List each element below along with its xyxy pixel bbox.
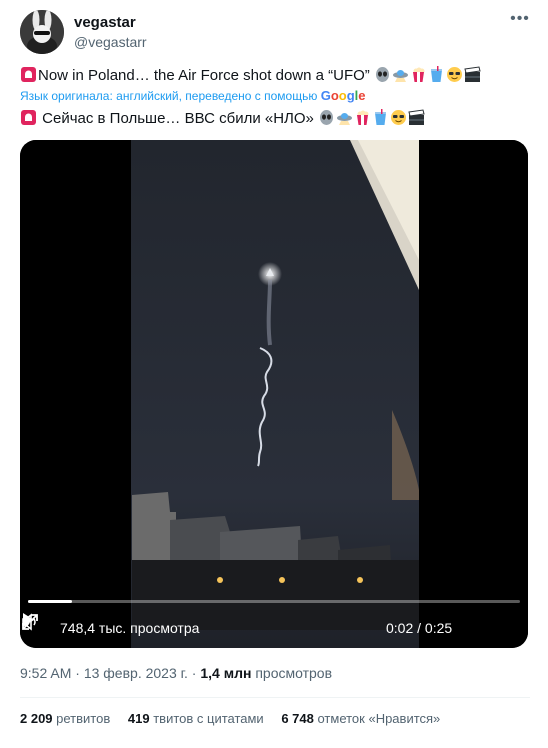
more-options-icon[interactable]: •••: [510, 11, 530, 32]
tweet-meta: 9:52 AM · 13 февр. 2023 г. · 1,4 млн про…: [20, 665, 332, 681]
siren-icon: [20, 66, 37, 83]
alien-icon: [318, 109, 335, 126]
video-progress-fill: [28, 600, 73, 603]
video-view-count: 748,4 тыс. просмотра: [60, 620, 200, 636]
video-controls: 748,4 тыс. просмотра 0:02 / 0:25: [20, 612, 528, 644]
retweets-count: 2 209: [20, 711, 53, 726]
likes-label: отметок «Нравится»: [313, 711, 441, 726]
video-frame: [20, 140, 528, 648]
video-time: 0:02 / 0:25: [386, 620, 453, 636]
divider: [20, 697, 530, 698]
cup-icon: [428, 66, 445, 83]
author-name[interactable]: vegastar: [74, 14, 136, 31]
flying-saucer-icon: [336, 109, 353, 126]
alien-icon: [374, 66, 391, 83]
tweet-text-original: Now in Poland… the Air Force shot down a…: [20, 66, 482, 84]
likes-count: 6 748: [281, 711, 314, 726]
quotes-count: 419: [127, 711, 150, 726]
avatar[interactable]: [20, 10, 64, 54]
tweet-views-count: 1,4 млн: [200, 665, 252, 681]
retweets-stat[interactable]: 2 209 ретвитов: [20, 711, 110, 726]
fullscreen-icon[interactable]: [20, 612, 40, 632]
video-player[interactable]: 748,4 тыс. просмотра 0:02 / 0:25: [20, 140, 528, 648]
clapper-icon: [408, 109, 425, 126]
meta-separator: ·: [187, 665, 201, 681]
video-progress-bar[interactable]: [28, 600, 520, 603]
tweet-text-translated: Сейчас в Польше… ВВС сбили «НЛО»: [20, 109, 426, 127]
sunglasses-icon: [446, 66, 463, 83]
sunglasses-icon: [390, 109, 407, 126]
tweet-date[interactable]: 13 февр. 2023 г.: [84, 665, 188, 681]
meta-separator: ·: [71, 665, 84, 681]
tweet-text-en: Now in Poland… the Air Force shot down a…: [38, 67, 370, 84]
siren-icon: [20, 109, 37, 126]
likes-stat[interactable]: 6 748 отметок «Нравится»: [281, 711, 440, 726]
quotes-stat[interactable]: 419 твитов с цитатами: [128, 711, 264, 726]
tweet-views-label: просмотров: [251, 665, 333, 681]
retweets-label: ретвитов: [52, 711, 111, 726]
tweet-header: vegastar @vegastarr •••: [20, 10, 530, 58]
tweet-stats: 2 209 ретвитов 419 твитов с цитатами 6 7…: [20, 711, 454, 726]
translation-note-text: Язык оригинала: английский, переведено с…: [20, 89, 318, 103]
clapper-icon: [464, 66, 481, 83]
flying-saucer-icon: [392, 66, 409, 83]
tweet-time[interactable]: 9:52 AM: [20, 665, 71, 681]
quotes-label: твитов с цитатами: [149, 711, 264, 726]
popcorn-icon: [410, 66, 427, 83]
popcorn-icon: [354, 109, 371, 126]
tweet-text-ru: Сейчас в Польше… ВВС сбили «НЛО»: [42, 110, 314, 127]
cup-icon: [372, 109, 389, 126]
google-logo: Google: [320, 88, 366, 103]
author-handle[interactable]: @vegastarr: [74, 34, 147, 50]
translation-note[interactable]: Язык оригинала: английский, переведено с…: [20, 88, 366, 103]
